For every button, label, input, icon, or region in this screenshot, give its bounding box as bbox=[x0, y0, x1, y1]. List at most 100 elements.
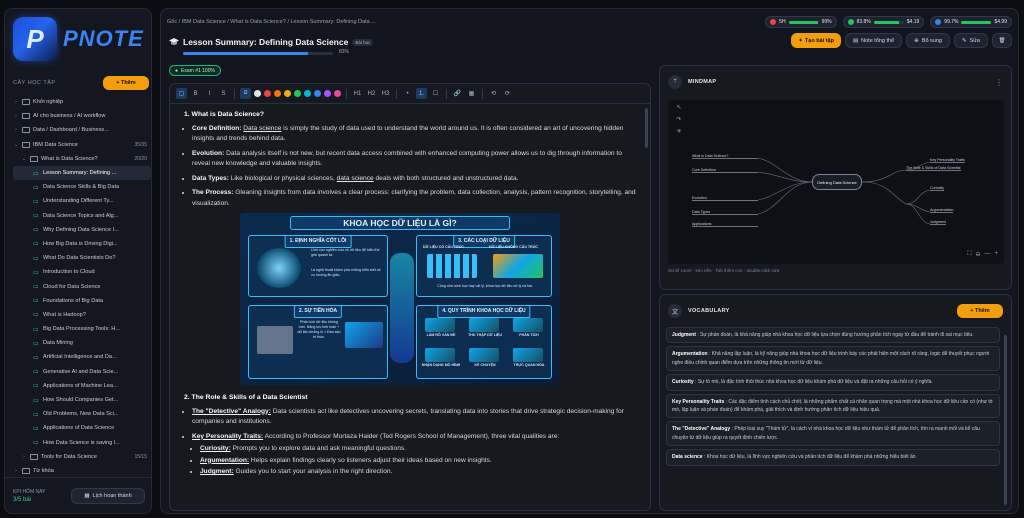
color-swatch[interactable] bbox=[324, 90, 331, 97]
mindmap-node[interactable]: Applications bbox=[692, 222, 758, 227]
mindmap-node[interactable]: What is Data Science? bbox=[692, 154, 758, 159]
heading-1-icon[interactable]: H1 bbox=[352, 88, 363, 99]
color-swatch[interactable] bbox=[254, 90, 261, 97]
editor-content[interactable]: 1. What is Data Science? Core Definition… bbox=[184, 110, 636, 508]
vocabulary-card[interactable]: Key Personality Traits : Các đặc điểm tí… bbox=[666, 393, 1000, 419]
editor-scrollbar[interactable] bbox=[645, 108, 648, 148]
edit-button[interactable]: ✎ Sửa bbox=[953, 33, 988, 48]
mindmap-node[interactable]: Core Definition bbox=[692, 168, 758, 173]
tree-folder[interactable]: › Tools for Data Science 15/15 bbox=[13, 450, 151, 464]
topbar: Gốc / IBM Data Science / What is Data Sc… bbox=[167, 15, 1012, 29]
tree-lesson[interactable]: ▭ How Data Science is saving l... bbox=[13, 436, 151, 450]
mindmap-node[interactable]: Evolution bbox=[692, 196, 758, 201]
tree-lesson[interactable]: ▭ Foundations of Big Data bbox=[13, 294, 151, 308]
vocabulary-card[interactable]: Judgment : Sự phán đoán, là khả năng giú… bbox=[666, 327, 1000, 344]
bullet-list-icon[interactable]: • bbox=[402, 88, 413, 99]
tree-lesson[interactable]: ▭ Why Defining Data Science I... bbox=[13, 223, 151, 237]
tree-lesson[interactable]: ▭ Applications of Machine Lea... bbox=[13, 379, 151, 393]
table-icon[interactable]: ▦ bbox=[466, 88, 477, 99]
mindmap-node[interactable]: The Role & Skills of Data Scientist bbox=[906, 166, 961, 171]
checklist-icon[interactable]: ☐ bbox=[430, 88, 441, 99]
tree-lesson[interactable]: ▭ What is Hadoop? bbox=[13, 308, 151, 322]
tree-folder[interactable]: › Khởi nghiệp bbox=[13, 95, 151, 109]
history-button[interactable]: ▦ Lịch hoạn thành bbox=[71, 487, 145, 504]
infographic-box-evolution-title: 2. SỰ TIẾN HÓA bbox=[293, 305, 343, 318]
exam-chip[interactable]: ● Exam #1 100% bbox=[169, 65, 221, 76]
tree-lesson[interactable]: ▭ What Do Data Scientists Do? bbox=[13, 251, 151, 265]
numbered-list-icon[interactable]: 1. bbox=[416, 88, 427, 99]
tree-lesson[interactable]: ▭ Data Science Skills & Big Data bbox=[13, 180, 151, 194]
glossary-link[interactable]: data science bbox=[337, 175, 374, 182]
color-swatch[interactable] bbox=[284, 90, 291, 97]
tree-folder[interactable]: ⌄ What is Data Science? 20/20 bbox=[13, 152, 151, 166]
heading-2-icon[interactable]: H2 bbox=[366, 88, 377, 99]
app-logo[interactable]: P PNOTE bbox=[13, 13, 149, 65]
zoom-slider[interactable]: — bbox=[984, 251, 990, 258]
mindmap-node[interactable]: Argumentation bbox=[930, 208, 954, 213]
tree-lesson[interactable]: ▭ Applications of Data Science bbox=[13, 421, 151, 435]
vocabulary-card[interactable]: Curiosity : Sự tò mò, là đặc tính thôi t… bbox=[666, 374, 1000, 391]
add-tree-item-button[interactable]: + Thêm bbox=[103, 76, 149, 90]
tree-lesson[interactable]: ▭ Old Problems, New Data Sci... bbox=[13, 407, 151, 421]
trash-icon: 🗑 bbox=[998, 37, 1006, 44]
color-swatch[interactable] bbox=[274, 90, 281, 97]
fullscreen-icon[interactable]: ⛶ bbox=[967, 251, 971, 258]
tree-folder[interactable]: ⌄ IBM Data Science 35/35 bbox=[13, 138, 151, 152]
mindmap-canvas[interactable]: ↖ ↷ ✳ Defining Data Science What is Data… bbox=[668, 100, 1004, 264]
tree-lesson[interactable]: ▭ Big Data Processing Tools: H... bbox=[13, 322, 151, 336]
glossary-link[interactable]: Data science bbox=[243, 125, 281, 132]
highlight-icon[interactable]: ⧄ bbox=[240, 88, 251, 99]
italic-icon[interactable]: I bbox=[204, 88, 215, 99]
mindmap-node[interactable]: Curiosity bbox=[930, 186, 944, 191]
vocabulary-card[interactable]: Data science : Khoa học dữ liệu, là lĩnh… bbox=[666, 449, 1000, 466]
tree-lesson[interactable]: ▭ Artificial Intelligence and Da... bbox=[13, 350, 151, 364]
color-swatch[interactable] bbox=[314, 90, 321, 97]
strikethrough-icon[interactable]: S bbox=[218, 88, 229, 99]
tree-lesson[interactable]: ▭ How Should Companies Get... bbox=[13, 393, 151, 407]
undo-icon[interactable]: ⟲ bbox=[488, 88, 499, 99]
zoom-out-icon[interactable]: ⊖ bbox=[975, 251, 980, 258]
usage-stat[interactable]: 5H 99% bbox=[765, 16, 837, 28]
tree-lesson[interactable]: ▭ Understanding Different Ty... bbox=[13, 194, 151, 208]
tree-lesson[interactable]: ▭ How Big Data is Driving Digi... bbox=[13, 237, 151, 251]
link-icon[interactable]: 🔗 bbox=[452, 88, 463, 99]
bold-icon[interactable]: B bbox=[190, 88, 201, 99]
vocabulary-scrollbar[interactable] bbox=[1004, 335, 1007, 505]
mindmap-node[interactable]: Judgment bbox=[930, 220, 946, 225]
tree-item-label: Foundations of Big Data bbox=[43, 297, 104, 304]
layout-icon[interactable]: ▢ bbox=[176, 88, 187, 99]
usage-stat[interactable]: 99.7% $4.99 bbox=[930, 16, 1012, 28]
color-swatch[interactable] bbox=[304, 90, 311, 97]
vocabulary-card[interactable]: Argumentation : Khả năng lập luận, là kỹ… bbox=[666, 346, 1000, 372]
add-vocabulary-button[interactable]: + Thêm bbox=[957, 304, 1003, 318]
heading-3-icon[interactable]: H3 bbox=[380, 88, 391, 99]
mindmap-root-node[interactable]: Defining Data Science bbox=[812, 174, 862, 190]
tree-lesson[interactable]: ▭ Data Science Topics and Alg... bbox=[13, 209, 151, 223]
tree-folder[interactable]: › Data / Dashboard / Business... bbox=[13, 123, 151, 137]
tree-lesson[interactable]: ▭ Data Mining bbox=[13, 336, 151, 350]
color-swatch[interactable] bbox=[264, 90, 271, 97]
zoom-in-icon[interactable]: + bbox=[994, 251, 998, 258]
redo-icon[interactable]: ⟳ bbox=[502, 88, 513, 99]
summary-note-button[interactable]: ▤ Note tổng thể bbox=[844, 33, 903, 48]
lesson-editor[interactable]: ▢ B I S ⧄ H1 H2 H3 • 1. ☐ 🔗 ▦ ⟲ ⟳ 1. What is Data Scie… bbox=[169, 83, 651, 511]
more-options-icon[interactable]: ⋮ bbox=[995, 78, 1003, 87]
color-swatch[interactable] bbox=[294, 90, 301, 97]
create-exercise-button[interactable]: ✦ Tạo bài tập bbox=[791, 33, 841, 48]
trait-text: Guides you to start your analysis in the… bbox=[233, 468, 393, 475]
mindmap-node[interactable]: Key Personality Traits bbox=[930, 158, 965, 163]
tree-lesson[interactable]: ▭ Lesson Summary: Defining ... bbox=[13, 165, 151, 181]
tree-folder[interactable]: › AI cho business / AI workflow bbox=[13, 109, 151, 123]
color-swatch[interactable] bbox=[334, 90, 341, 97]
tree-lesson[interactable]: ▭ Generative AI and Data Scie... bbox=[13, 365, 151, 379]
delete-button[interactable]: 🗑 bbox=[992, 33, 1012, 48]
tree-folder[interactable]: › Từ khóa bbox=[13, 464, 151, 478]
breadcrumb[interactable]: Gốc / IBM Data Science / What is Data Sc… bbox=[167, 19, 376, 25]
tree-lesson[interactable]: ▭ Cloud for Data Science bbox=[13, 279, 151, 293]
vocabulary-card[interactable]: The "Detective" Analogy : Phép loại suy … bbox=[666, 421, 1000, 447]
mindmap-node[interactable]: Data Types bbox=[692, 210, 758, 215]
tree-lesson[interactable]: ▭ Introduction to Cloud bbox=[13, 265, 151, 279]
usage-stat[interactable]: 83.8% $4.19 bbox=[842, 16, 925, 28]
bullet-text: According to Professor Murtaza Haider (T… bbox=[263, 432, 560, 440]
supplement-button[interactable]: ⊕ Bổ sung bbox=[906, 33, 950, 48]
